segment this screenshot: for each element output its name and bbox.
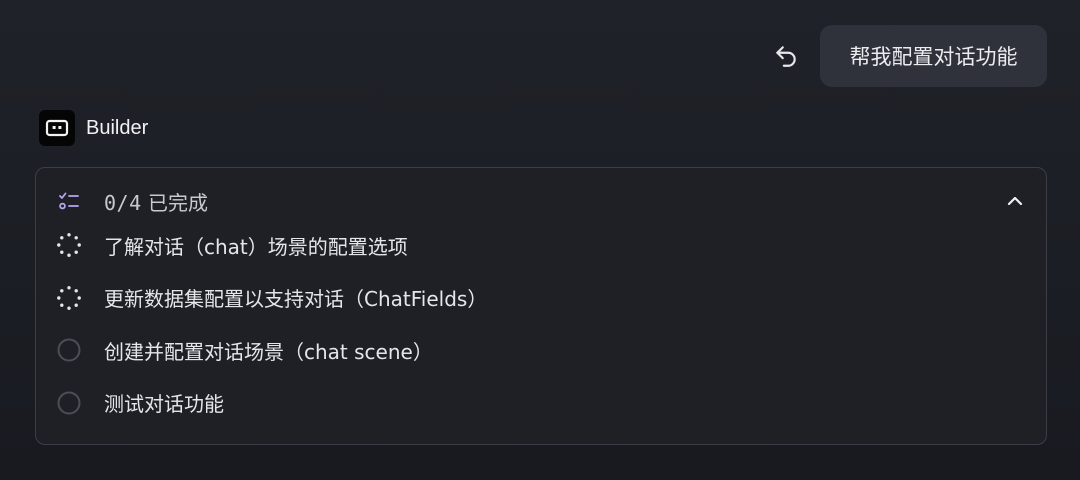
task-label: 测试对话功能 [104,392,224,416]
collapse-button[interactable] [1000,186,1030,216]
task-label: 更新数据集配置以支持对话（ChatFields） [104,287,488,311]
task-label: 创建并配置对话场景（chat scene） [104,339,433,364]
robot-face-icon [45,119,69,137]
undo-button[interactable] [770,40,802,72]
task-label: 了解对话（chat）场景的配置选项 [104,234,408,259]
agent-header: Builder [39,110,148,146]
empty-circle-icon [57,391,81,414]
task-status-pending [56,337,82,363]
progress-count: 0/4 [104,190,142,215]
task-status-in-progress [56,285,82,311]
progress-status: 已完成 [147,190,208,215]
agent-name: Builder [86,116,149,139]
task-item: 更新数据集配置以支持对话（ChatFields） [56,285,487,311]
task-progress-summary: 0/4 已完成 [56,186,208,216]
task-list: 了解对话（chat）场景的配置选项 更新数据集配置以支持对话（ChatField… [56,232,487,442]
progress-text: 0/4 已完成 [104,187,208,216]
task-item: 创建并配置对话场景（chat scene） [56,337,487,364]
spinner-icon [57,233,81,257]
task-status-pending [56,390,82,416]
user-message-text: 帮我配置对话功能 [849,45,1018,69]
undo-icon [776,46,796,67]
task-status-in-progress [56,232,82,258]
checklist-icon [59,192,79,210]
empty-circle-icon [57,338,81,362]
task-item: 测试对话功能 [56,390,487,416]
chevron-up-icon [1007,196,1023,206]
task-card: 0/4 已完成 了解对话（chat）场景的配置选项 更新数据集配置以支持对话（C… [35,167,1047,445]
spinner-icon [57,285,81,310]
task-item: 了解对话（chat）场景的配置选项 [56,232,487,259]
agent-avatar [39,110,75,146]
user-message-bubble: 帮我配置对话功能 [820,25,1047,87]
